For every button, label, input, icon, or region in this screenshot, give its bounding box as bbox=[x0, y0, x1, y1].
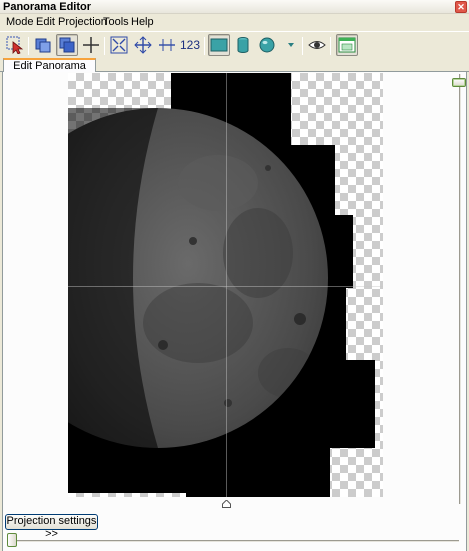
close-button[interactable]: ✕ bbox=[455, 1, 467, 13]
preview-button[interactable] bbox=[306, 34, 328, 56]
images-stack-icon bbox=[35, 38, 51, 53]
horizontal-slider-track[interactable] bbox=[12, 540, 459, 542]
spherical-projection-button[interactable] bbox=[256, 34, 278, 56]
straighten-icon bbox=[159, 39, 175, 51]
select-tool-button[interactable] bbox=[4, 34, 26, 56]
fit-frame-icon bbox=[110, 36, 128, 54]
fit-button[interactable] bbox=[108, 34, 130, 56]
horizontal-guide-line bbox=[68, 286, 383, 287]
toolbar-separator bbox=[204, 37, 205, 55]
chevron-down-icon bbox=[288, 43, 294, 47]
projection-dropdown-button[interactable] bbox=[280, 34, 302, 56]
tab-edit-panorama[interactable]: Edit Panorama bbox=[3, 58, 96, 73]
cylindrical-projection-button[interactable] bbox=[232, 34, 254, 56]
crosshair-button[interactable] bbox=[80, 34, 102, 56]
tab-label: Edit Panorama bbox=[13, 60, 86, 72]
select-arrow-icon bbox=[6, 36, 24, 54]
title-bar: Panorama Editor ✕ bbox=[0, 0, 469, 14]
center-button[interactable] bbox=[132, 34, 154, 56]
toolbar-separator bbox=[330, 37, 331, 55]
menu-bar: Mode Edit Projection Tools Help bbox=[0, 14, 469, 30]
menu-help[interactable]: Help bbox=[131, 16, 154, 28]
cylinder-icon bbox=[237, 37, 249, 53]
eye-icon bbox=[308, 41, 326, 49]
menu-mode[interactable]: Mode bbox=[6, 16, 34, 28]
toolbar-separator bbox=[104, 37, 105, 55]
straighten-button[interactable] bbox=[156, 34, 178, 56]
close-icon: ✕ bbox=[457, 2, 465, 12]
sphere-icon bbox=[259, 37, 275, 53]
center-move-icon bbox=[134, 36, 152, 54]
horizontal-slider-thumb[interactable] bbox=[7, 533, 17, 547]
menu-tools[interactable]: Tools bbox=[103, 16, 129, 28]
menu-edit[interactable]: Edit bbox=[36, 16, 55, 28]
crosshair-icon bbox=[83, 37, 99, 53]
toolbar: 123 bbox=[0, 31, 469, 58]
rectilinear-projection-button[interactable] bbox=[208, 34, 230, 56]
toolbar-separator bbox=[302, 37, 303, 55]
rectangle-projection-icon bbox=[210, 38, 228, 52]
projection-settings-button[interactable]: Projection settings >> bbox=[5, 514, 98, 540]
menu-projection[interactable]: Projection bbox=[58, 16, 107, 28]
images-button[interactable] bbox=[32, 34, 54, 56]
vertical-slider-track[interactable] bbox=[459, 74, 461, 504]
center-marker-icon[interactable] bbox=[222, 500, 231, 508]
vertical-slider-thumb[interactable] bbox=[452, 78, 466, 87]
overlap-button[interactable] bbox=[56, 34, 78, 56]
overlap-icon bbox=[59, 37, 75, 53]
tab-strip: Edit Panorama bbox=[0, 58, 469, 73]
vertical-guide-line bbox=[226, 73, 227, 497]
window-title: Panorama Editor bbox=[3, 1, 92, 13]
num-transform-button[interactable]: 123 bbox=[178, 34, 202, 56]
window-icon bbox=[338, 37, 356, 53]
num-transform-label: 123 bbox=[179, 38, 201, 52]
toolbar-separator bbox=[28, 37, 29, 55]
fullscreen-button[interactable] bbox=[336, 34, 358, 56]
